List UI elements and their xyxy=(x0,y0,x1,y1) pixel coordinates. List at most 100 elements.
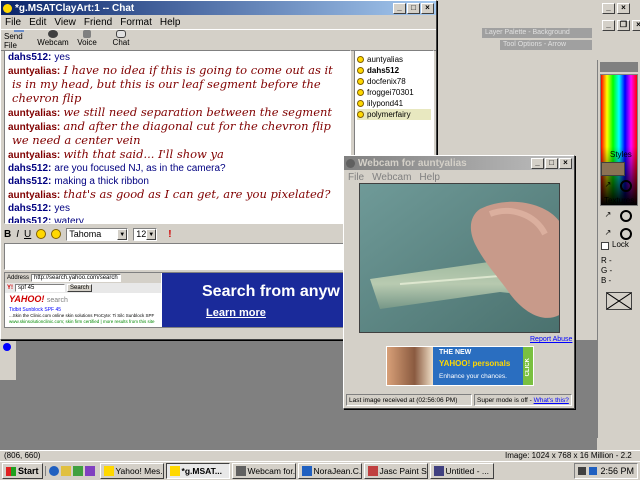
taskbar-item[interactable]: NoraJean.C... xyxy=(297,463,362,479)
no-texture-icon-2[interactable] xyxy=(620,228,632,240)
task-label: Yahoo! Mes... xyxy=(115,466,164,476)
restore-icon[interactable]: ❐ xyxy=(617,20,630,31)
yahoo-search-bar: Y! spf 45 Search xyxy=(5,283,161,293)
participant-item[interactable]: lilypond41 xyxy=(357,98,431,109)
menu-edit[interactable]: Edit xyxy=(29,17,46,28)
close-icon[interactable]: × xyxy=(421,2,434,14)
ad-search-button[interactable]: Search xyxy=(67,284,93,292)
participant-item[interactable]: dahs512 xyxy=(357,65,431,76)
chat-message: is in my head, but this is our leaf segm… xyxy=(8,78,347,92)
message-list: dahs512: yes auntyalias: I have no idea i… xyxy=(8,51,347,224)
tool-options-bar[interactable]: Tool Options - Arrow xyxy=(500,40,592,50)
italic-button[interactable]: I xyxy=(16,229,19,240)
taskbar-item[interactable]: Untitled - ... xyxy=(429,463,494,479)
volume-icon[interactable] xyxy=(578,467,587,475)
message-nick: dahs512: xyxy=(8,216,52,224)
clock[interactable]: 2:56 PM xyxy=(600,466,634,476)
webcam-status-left: Last image received at (02:56:06 PM) xyxy=(346,394,472,406)
chat-message: auntyalias: and after the diagonal cut f… xyxy=(8,120,347,134)
personals-ad[interactable]: THE NEW YAHOO! personals Enhance your ch… xyxy=(386,346,534,386)
yahoo-brand-suffix: search xyxy=(46,297,68,304)
lock-checkbox[interactable] xyxy=(601,242,609,250)
report-abuse-link[interactable]: Report Abuse xyxy=(530,336,572,343)
layer-palette-bar[interactable]: Layer Palette - Background xyxy=(482,28,592,38)
participant-item[interactable]: polymerfairy xyxy=(357,109,431,120)
message-nick: dahs512: xyxy=(8,163,52,174)
taskbar-item[interactable]: Webcam for... xyxy=(231,463,296,479)
font-value: Tahoma xyxy=(69,228,102,239)
ie-icon[interactable] xyxy=(48,466,59,476)
webcam-titlebar[interactable]: Webcam for auntyalias _ □ × xyxy=(344,156,574,170)
ad-click-tab[interactable]: CLICK xyxy=(523,347,533,385)
message-nick: auntyalias: xyxy=(8,122,61,133)
menu-view[interactable]: View xyxy=(54,17,76,28)
bold-button[interactable]: B xyxy=(4,229,11,240)
ignore-icon[interactable]: ! xyxy=(168,229,171,240)
message-text: that's as good as I can get, are you pix… xyxy=(63,187,331,201)
webcam-button[interactable]: Webcam xyxy=(37,30,69,50)
participant-item[interactable]: docfenix78 xyxy=(357,76,431,87)
chevron-down-icon[interactable]: ▼ xyxy=(146,228,157,240)
taskbar: Start Yahoo! Mes... *g.MSAT... Webcam for.… xyxy=(0,461,640,480)
size-select[interactable]: 12 ▼ xyxy=(133,227,158,241)
menu-file[interactable]: File xyxy=(5,17,21,28)
texture-arrow-2[interactable]: ↗ xyxy=(601,228,615,240)
yahoo-brand: YAHOO! xyxy=(9,294,45,304)
color-picker-icon[interactable] xyxy=(51,229,62,239)
no-texture-icon[interactable] xyxy=(620,210,632,222)
webcam-menu-file[interactable]: File xyxy=(348,172,364,183)
emoticon-icon[interactable] xyxy=(36,229,47,239)
taskbar-item[interactable]: Yahoo! Mes... xyxy=(99,463,164,479)
underline-button[interactable]: U xyxy=(24,229,31,240)
start-button[interactable]: Start xyxy=(2,463,43,479)
no-style-icon[interactable] xyxy=(620,180,632,192)
task-label: Webcam for... xyxy=(247,466,296,476)
maximize-icon[interactable]: □ xyxy=(407,2,420,14)
menu-friend[interactable]: Friend xyxy=(84,17,112,28)
message-nick: auntyalias: xyxy=(8,66,61,77)
menu-help[interactable]: Help xyxy=(160,17,181,28)
media-icon[interactable] xyxy=(84,466,95,476)
minimize-icon[interactable]: _ xyxy=(602,3,615,14)
send-file-button[interactable]: Send File xyxy=(4,30,34,50)
last-image-text: Last image received at (02:56:06 PM) xyxy=(349,397,458,404)
chat-titlebar[interactable]: *g.MSATClayArt:1 -- Chat _ □ × xyxy=(1,1,436,15)
whats-this-link[interactable]: What's this? xyxy=(534,397,569,404)
banner-learn-more[interactable]: Learn more xyxy=(206,307,266,319)
voice-label: Voice xyxy=(77,38,97,47)
texture-arrow[interactable]: ↗ xyxy=(601,210,615,222)
participant-name: auntyalias xyxy=(367,55,404,64)
close-icon[interactable]: × xyxy=(559,157,572,169)
voice-button[interactable]: Voice xyxy=(72,30,102,50)
taskbar-item[interactable]: Jasc Paint S... xyxy=(363,463,428,479)
message-history[interactable]: dahs512: yes auntyalias: I have no idea i… xyxy=(4,50,351,224)
taskbar-item[interactable]: *g.MSAT... xyxy=(165,463,230,479)
message-text: we still need separation between the seg… xyxy=(63,105,333,119)
minimize-icon[interactable]: _ xyxy=(602,20,615,31)
minimize-icon[interactable]: _ xyxy=(531,157,544,169)
outlook-icon[interactable] xyxy=(60,466,71,476)
maximize-icon[interactable]: □ xyxy=(545,157,558,169)
close-icon[interactable]: × xyxy=(617,3,630,14)
style-button[interactable]: ↗ xyxy=(601,180,615,192)
chevron-down-icon[interactable]: ▼ xyxy=(117,228,128,240)
participant-name: lilypond41 xyxy=(367,99,404,108)
chat-title: *g.MSATClayArt:1 -- Chat xyxy=(15,2,135,14)
message-nick: dahs512: xyxy=(8,176,52,187)
menu-format[interactable]: Format xyxy=(120,17,152,28)
font-select[interactable]: Tahoma ▼ xyxy=(66,227,129,241)
participant-item[interactable]: froggei70301 xyxy=(357,87,431,98)
message-text: is in my head, but this is our leaf segm… xyxy=(12,77,321,91)
color-dot-icon[interactable] xyxy=(3,343,11,351)
desktop-icon[interactable] xyxy=(72,466,83,476)
participant-item[interactable]: auntyalias xyxy=(357,54,431,65)
ad-search-input[interactable]: spf 45 xyxy=(15,284,65,292)
webcam-menu-help[interactable]: Help xyxy=(419,172,440,183)
webcam-menu-webcam[interactable]: Webcam xyxy=(372,172,411,183)
network-icon[interactable] xyxy=(589,467,598,475)
close-icon[interactable]: × xyxy=(632,20,640,31)
chat-button[interactable]: Chat xyxy=(106,30,136,50)
address-field[interactable]: http://search.yahoo.com/search xyxy=(31,274,121,282)
foreground-swatch[interactable] xyxy=(601,162,625,176)
minimize-icon[interactable]: _ xyxy=(393,2,406,14)
